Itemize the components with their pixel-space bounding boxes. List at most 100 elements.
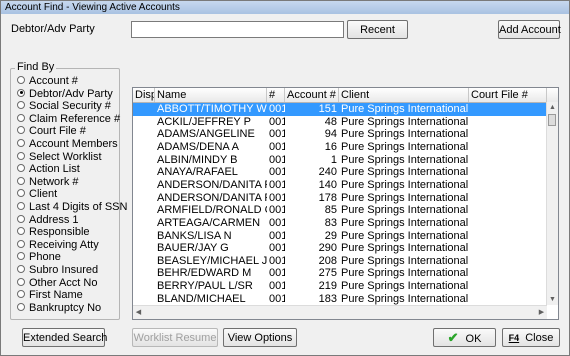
find-by-option-label: First Name xyxy=(29,289,83,302)
radio-button-icon[interactable] xyxy=(17,239,25,248)
column-header-court-file[interactable]: Court File # xyxy=(469,88,547,102)
table-row[interactable]: ADAMS/DENA A 001 16 Pure Springs Internatio… xyxy=(133,141,546,154)
radio-button-icon[interactable] xyxy=(17,252,25,261)
find-by-option[interactable]: Network # xyxy=(17,176,79,188)
table-cell-num: 001 xyxy=(269,280,285,293)
find-by-option[interactable]: Last 4 Digits of SSN xyxy=(17,201,127,213)
vertical-scrollbar[interactable]: ▲ ▼ xyxy=(546,102,558,305)
table-row[interactable]: ANAYA/RAFAEL 001 240 Pure Springs Internati… xyxy=(133,166,546,179)
find-by-option-label: Responsible xyxy=(29,226,90,239)
column-header-client[interactable]: Client xyxy=(339,88,469,102)
find-by-option[interactable]: Address 1 xyxy=(17,214,79,226)
accounts-table: Disp Name # Account # Client Court File … xyxy=(132,87,559,320)
column-header-account[interactable]: Account # xyxy=(285,88,339,102)
find-by-option[interactable]: Bankruptcy No xyxy=(17,302,101,314)
table-row[interactable]: ARTEAGA/CARMEN 001 83 Pure Springs Internat… xyxy=(133,217,546,230)
radio-button-icon[interactable] xyxy=(17,265,25,274)
column-header-disp[interactable]: Disp xyxy=(133,88,155,102)
find-by-option-label: Phone xyxy=(29,251,61,264)
column-header-number[interactable]: # xyxy=(267,88,285,102)
table-cell-name: ANDERSON/DANITA R xyxy=(157,191,267,204)
table-cell-num: 001 xyxy=(269,178,285,191)
table-cell-name: ABBOTT/TIMOTHY W xyxy=(157,103,267,115)
radio-button-icon[interactable] xyxy=(17,164,25,173)
find-by-option[interactable]: Claim Reference # xyxy=(17,113,120,125)
radio-button-icon[interactable] xyxy=(17,302,25,311)
radio-button-icon[interactable] xyxy=(17,277,25,286)
find-by-option[interactable]: Responsible xyxy=(17,226,90,238)
radio-button-icon[interactable] xyxy=(17,101,25,110)
radio-button-icon[interactable] xyxy=(17,189,25,198)
radio-button-icon[interactable] xyxy=(17,88,25,97)
table-cell-account: 290 xyxy=(318,242,337,255)
table-cell-disp xyxy=(133,128,155,141)
table-cell-client: Pure Springs International xyxy=(341,103,469,115)
scroll-down-arrow-icon[interactable]: ▼ xyxy=(547,294,558,305)
find-by-option[interactable]: Receiving Atty xyxy=(17,239,99,251)
worklist-resume-button[interactable]: Worklist Resume xyxy=(132,328,218,347)
find-by-option[interactable]: First Name xyxy=(17,289,83,301)
table-cell-name: BERRY/PAUL L/SR xyxy=(157,280,253,293)
table-row[interactable]: ANDERSON/DANITA R001 178 Pure Springs Inte… xyxy=(133,192,546,205)
table-row[interactable]: BEHR/EDWARD M 001 275 Pure Springs Internat… xyxy=(133,267,546,280)
ok-button[interactable]: ✔ OK xyxy=(433,328,496,347)
find-by-option-label: Action List xyxy=(29,163,80,176)
table-row[interactable]: ACKIL/JEFFREY P 001 48 Pure Springs Interna… xyxy=(133,116,546,129)
find-by-option[interactable]: Account Members xyxy=(17,138,118,150)
find-by-option-label: Debtor/Adv Party xyxy=(29,87,113,100)
table-row[interactable]: ARMFIELD/RONALD C001 85 Pure Springs Inter… xyxy=(133,204,546,217)
radio-button-icon[interactable] xyxy=(17,76,25,85)
table-cell-num: 001 xyxy=(269,242,285,255)
radio-button-icon[interactable] xyxy=(17,113,25,122)
table-row[interactable]: ANDERSON/DANITA R001 140 Pure Springs Inte… xyxy=(133,179,546,192)
scroll-up-arrow-icon[interactable]: ▲ xyxy=(547,102,558,113)
table-cell-client: Pure Springs International xyxy=(341,242,469,255)
find-by-option[interactable]: Debtor/Adv Party xyxy=(17,88,113,100)
table-cell-num: 001 xyxy=(269,292,285,305)
table-cell-court xyxy=(471,267,547,280)
view-options-button[interactable]: View Options xyxy=(223,328,297,347)
vertical-scroll-thumb[interactable] xyxy=(548,114,556,126)
find-by-option-label: Court File # xyxy=(29,125,86,138)
find-by-option[interactable]: Other Acct No xyxy=(17,277,97,289)
find-by-option[interactable]: Client xyxy=(17,188,57,200)
table-cell-court xyxy=(471,230,547,243)
find-by-option[interactable]: Subro Insured xyxy=(17,264,98,276)
extended-search-button[interactable]: Extended Search xyxy=(22,328,107,347)
table-row[interactable]: BERRY/PAUL L/SR 001 219 Pure Springs Intern… xyxy=(133,280,546,293)
horizontal-scrollbar[interactable]: ◀ ▶ xyxy=(133,305,547,319)
table-row[interactable]: ALBIN/MINDY B 001 1 Pure Springs Internatio… xyxy=(133,154,546,167)
scroll-left-arrow-icon[interactable]: ◀ xyxy=(133,307,144,318)
table-row[interactable]: BANKS/LISA N 001 29 Pure Springs Internatio… xyxy=(133,230,546,243)
radio-button-icon[interactable] xyxy=(17,202,25,211)
table-cell-disp xyxy=(133,267,155,280)
table-cell-num: 001 xyxy=(269,153,285,166)
table-row[interactable]: BAUER/JAY G 001 290 Pure Springs Internatio… xyxy=(133,242,546,255)
radio-button-icon[interactable] xyxy=(17,126,25,135)
table-row[interactable]: BEASLEY/MICHAEL J001 208 Pure Springs Inte… xyxy=(133,255,546,268)
radio-button-icon[interactable] xyxy=(17,176,25,185)
close-button[interactable]: F4 Close xyxy=(502,328,560,347)
table-cell-client: Pure Springs International xyxy=(341,140,469,153)
radio-button-icon[interactable] xyxy=(17,290,25,299)
find-by-option[interactable]: Action List xyxy=(17,163,80,175)
find-by-option[interactable]: Social Security # xyxy=(17,100,111,112)
table-cell-account: 16 xyxy=(324,140,337,153)
table-row[interactable]: ABBOTT/TIMOTHY W001 151 Pure Springs Inter… xyxy=(133,103,546,116)
find-by-option[interactable]: Court File # xyxy=(17,125,86,137)
scroll-right-arrow-icon[interactable]: ▶ xyxy=(536,307,547,318)
radio-button-icon[interactable] xyxy=(17,227,25,236)
find-by-option[interactable]: Phone xyxy=(17,251,61,263)
find-by-option[interactable]: Select Worklist xyxy=(17,151,102,163)
radio-button-icon[interactable] xyxy=(17,214,25,223)
recent-button[interactable]: Recent xyxy=(347,20,408,39)
table-row[interactable]: BLAND/MICHAEL 001 183 Pure Springs Internat… xyxy=(133,293,546,306)
find-by-option[interactable]: Account # xyxy=(17,75,78,87)
radio-button-icon[interactable] xyxy=(17,139,25,148)
table-cell-account: 85 xyxy=(324,204,337,217)
column-header-name[interactable]: Name xyxy=(155,88,267,102)
radio-button-icon[interactable] xyxy=(17,151,25,160)
search-input[interactable] xyxy=(131,21,344,38)
table-row[interactable]: ADAMS/ANGELINE 001 94 Pure Springs Internat… xyxy=(133,128,546,141)
add-account-button[interactable]: Add Account xyxy=(498,20,561,39)
